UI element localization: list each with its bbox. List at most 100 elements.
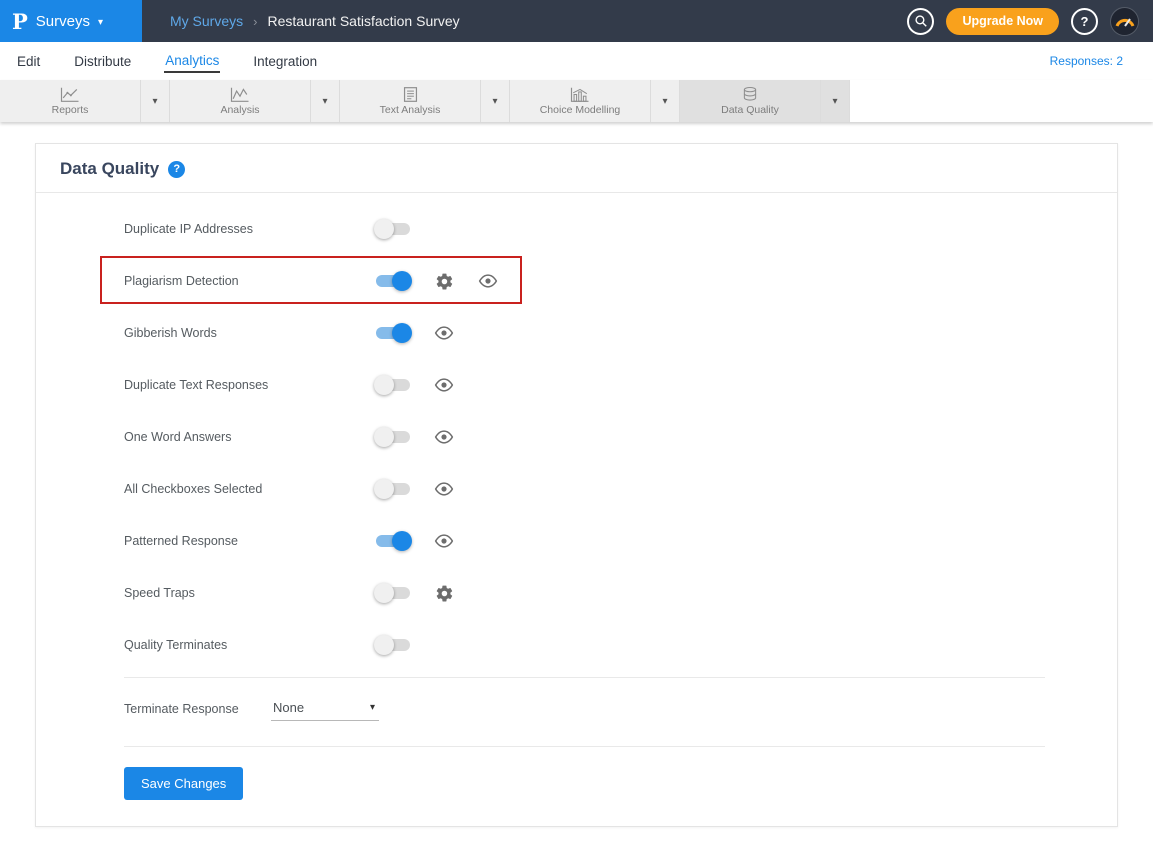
row-controls: [376, 271, 498, 291]
nav-item-edit[interactable]: Edit: [16, 51, 41, 72]
eye-icon[interactable]: [434, 323, 454, 343]
responses-count[interactable]: Responses: 2: [1050, 54, 1137, 68]
setting-row: Gibberish Words: [36, 307, 1117, 359]
setting-row: Duplicate IP Addresses: [36, 203, 1117, 255]
tab-label: Data Quality: [721, 104, 779, 116]
setting-toggle[interactable]: [376, 327, 410, 339]
row-controls: [376, 583, 454, 603]
chevron-down-icon: ▾: [98, 17, 103, 28]
setting-toggle[interactable]: [376, 639, 410, 651]
tab-choice-modelling-button[interactable]: Choice Modelling: [510, 80, 650, 122]
tab-label: Choice Modelling: [540, 104, 621, 116]
survey-title: Restaurant Satisfaction Survey: [267, 13, 459, 29]
setting-toggle[interactable]: [376, 275, 410, 287]
setting-toggle[interactable]: [376, 535, 410, 547]
setting-row: All Checkboxes Selected: [36, 463, 1117, 515]
nav-item-analytics[interactable]: Analytics: [164, 50, 220, 73]
chevron-down-icon: ▾: [322, 96, 327, 107]
avatar[interactable]: [1110, 7, 1139, 36]
chevron-down-icon: ▾: [832, 96, 837, 107]
gear-icon[interactable]: [434, 583, 454, 603]
tab-analysis-dropdown[interactable]: ▾: [310, 80, 340, 122]
tab-reports-dropdown[interactable]: ▾: [140, 80, 170, 122]
tab-data-quality-button[interactable]: Data Quality: [680, 80, 820, 122]
breadcrumb-separator-icon: ›: [253, 14, 257, 29]
setting-label: Quality Terminates: [124, 638, 376, 652]
setting-label: Speed Traps: [124, 586, 376, 600]
setting-label: Duplicate IP Addresses: [124, 222, 376, 236]
panel-header: Data Quality ?: [36, 144, 1117, 193]
terminate-response-select[interactable]: None ▾: [271, 697, 379, 721]
save-changes-button[interactable]: Save Changes: [124, 767, 243, 800]
breadcrumb-my-surveys[interactable]: My Surveys: [170, 13, 243, 29]
selected-value: None: [273, 700, 304, 715]
gear-icon[interactable]: [434, 271, 454, 291]
setting-row: One Word Answers: [36, 411, 1117, 463]
setting-label: Plagiarism Detection: [124, 274, 376, 288]
help-button[interactable]: ?: [1071, 8, 1098, 35]
upgrade-now-button[interactable]: Upgrade Now: [946, 8, 1059, 35]
eye-icon[interactable]: [478, 271, 498, 291]
row-controls: [376, 323, 454, 343]
setting-label: Duplicate Text Responses: [124, 378, 376, 392]
tab-data-quality-dropdown[interactable]: ▾: [820, 80, 850, 122]
data-quality-help-icon[interactable]: ?: [168, 161, 185, 178]
chevron-down-icon: ▾: [370, 702, 375, 713]
eye-icon[interactable]: [434, 427, 454, 447]
tab-text-analysis: Text Analysis ▾: [340, 80, 510, 122]
setting-row: Patterned Response: [36, 515, 1117, 567]
row-controls: [376, 531, 454, 551]
row-controls: [376, 479, 454, 499]
row-controls: [376, 223, 410, 235]
product-name: Surveys: [36, 13, 90, 30]
setting-row: Plagiarism Detection: [36, 255, 1117, 307]
tab-data-quality: Data Quality ▾: [680, 80, 850, 122]
setting-row: Duplicate Text Responses: [36, 359, 1117, 411]
chevron-down-icon: ▾: [152, 96, 157, 107]
tab-text-analysis-dropdown[interactable]: ▾: [480, 80, 510, 122]
nav-item-integration[interactable]: Integration: [252, 51, 318, 72]
chevron-down-icon: ▾: [492, 96, 497, 107]
setting-toggle[interactable]: [376, 223, 410, 235]
toolbar-filler: [850, 80, 1153, 122]
tab-label: Text Analysis: [380, 104, 441, 116]
setting-toggle[interactable]: [376, 483, 410, 495]
app-logo[interactable]: P Surveys ▾: [0, 0, 142, 42]
trend-chart-icon: [229, 86, 251, 103]
tab-reports: Reports ▾: [0, 80, 170, 122]
tab-label: Reports: [52, 104, 89, 116]
analytics-toolbar: Reports ▾ Analysis ▾ Text Analysis ▾ Cho…: [0, 80, 1153, 122]
setting-label: Gibberish Words: [124, 326, 376, 340]
tab-analysis-button[interactable]: Analysis: [170, 80, 310, 122]
survey-nav: Edit Distribute Analytics Integration Re…: [0, 42, 1153, 80]
setting-toggle[interactable]: [376, 379, 410, 391]
data-quality-panel: Data Quality ? Duplicate IP Addresses Pl…: [35, 143, 1118, 827]
topbar: P Surveys ▾ My Surveys › Restaurant Sati…: [0, 0, 1153, 42]
eye-icon[interactable]: [434, 479, 454, 499]
avatar-gauge-icon: [1111, 8, 1139, 36]
text-table-icon: [402, 86, 419, 103]
eye-icon[interactable]: [434, 531, 454, 551]
search-button[interactable]: [907, 8, 934, 35]
setting-label: All Checkboxes Selected: [124, 482, 376, 496]
row-controls: [376, 375, 454, 395]
setting-toggle[interactable]: [376, 431, 410, 443]
questionpro-logo-icon: P: [12, 9, 28, 34]
setting-toggle[interactable]: [376, 587, 410, 599]
bar-line-chart-icon: [569, 86, 591, 103]
nav-item-distribute[interactable]: Distribute: [73, 51, 132, 72]
database-icon: [741, 86, 759, 103]
save-section: Save Changes: [36, 747, 1117, 824]
line-chart-icon: [59, 86, 81, 103]
tab-choice-modelling: Choice Modelling ▾: [510, 80, 680, 122]
settings-list: Duplicate IP Addresses Plagiarism Detect…: [36, 193, 1117, 671]
tab-choice-modelling-dropdown[interactable]: ▾: [650, 80, 680, 122]
terminate-response-row: Terminate Response None ▾: [36, 678, 1117, 740]
chevron-down-icon: ▾: [662, 96, 667, 107]
topbar-actions: Upgrade Now ?: [907, 7, 1153, 36]
tab-text-analysis-button[interactable]: Text Analysis: [340, 80, 480, 122]
terminate-response-label: Terminate Response: [124, 702, 271, 716]
eye-icon[interactable]: [434, 375, 454, 395]
tab-reports-button[interactable]: Reports: [0, 80, 140, 122]
setting-label: One Word Answers: [124, 430, 376, 444]
